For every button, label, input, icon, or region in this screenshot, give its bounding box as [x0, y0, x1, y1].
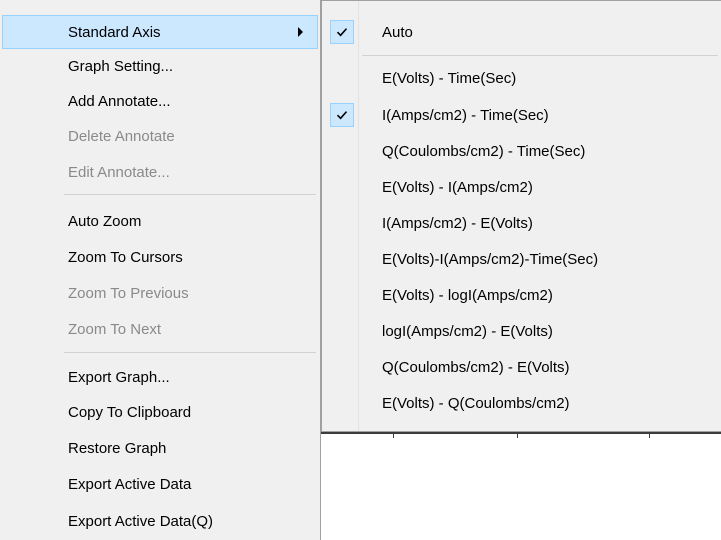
- menu-item-label: Restore Graph: [68, 439, 167, 457]
- axis-option-e-time[interactable]: E(Volts) - Time(Sec): [324, 61, 720, 95]
- axis-option-label: I(Amps/cm2) - Time(Sec): [382, 106, 549, 124]
- submenu-arrow-icon: [298, 27, 303, 37]
- axis-option-logi-e[interactable]: logI(Amps/cm2) - E(Volts): [324, 314, 720, 348]
- menu-item-label: Zoom To Next: [68, 320, 162, 338]
- menu-item-label: Export Graph...: [68, 368, 170, 386]
- menu-item-export-active-data-q[interactable]: Export Active Data(Q): [2, 504, 318, 538]
- menu-item-label: Zoom To Previous: [68, 284, 189, 302]
- axis-option-q-e[interactable]: Q(Coulombs/cm2) - E(Volts): [324, 350, 720, 384]
- graph-tick-mark: [393, 432, 394, 438]
- axis-option-e-i[interactable]: E(Volts) - I(Amps/cm2): [324, 170, 720, 204]
- menu-item-auto-zoom[interactable]: Auto Zoom: [2, 204, 318, 238]
- menu-item-label: Delete Annotate: [68, 127, 175, 145]
- checkmark-icon: [330, 103, 354, 127]
- graph-tick-mark: [649, 432, 650, 438]
- standard-axis-submenu: Auto E(Volts) - Time(Sec) I(Amps/cm2) - …: [321, 0, 721, 432]
- axis-option-label: logI(Amps/cm2) - E(Volts): [382, 322, 553, 340]
- graph-plot-area[interactable]: [321, 432, 721, 540]
- menu-item-label: Export Active Data: [68, 475, 192, 493]
- menu-item-label: Auto Zoom: [68, 212, 142, 230]
- axis-option-e-q[interactable]: E(Volts) - Q(Coulombs/cm2): [324, 386, 720, 420]
- axis-option-label: E(Volts)-I(Amps/cm2)-Time(Sec): [382, 250, 599, 268]
- axis-option-auto[interactable]: Auto: [324, 15, 720, 49]
- axis-option-label: I(Amps/cm2) - E(Volts): [382, 214, 533, 232]
- menu-item-restore-graph[interactable]: Restore Graph: [2, 431, 318, 465]
- menu-item-delete-annotate[interactable]: Delete Annotate: [2, 119, 318, 153]
- checkmark-icon: [330, 20, 354, 44]
- axis-option-q-time[interactable]: Q(Coulombs/cm2) - Time(Sec): [324, 134, 720, 168]
- menu-item-label: Graph Setting...: [68, 57, 174, 75]
- axis-option-e-logi[interactable]: E(Volts) - logI(Amps/cm2): [324, 278, 720, 312]
- axis-option-label: E(Volts) - Time(Sec): [382, 69, 517, 87]
- menu-item-graph-setting[interactable]: Graph Setting...: [2, 49, 318, 83]
- menu-item-label: Export Active Data(Q): [68, 512, 214, 530]
- axis-option-label: E(Volts) - I(Amps/cm2): [382, 178, 533, 196]
- menu-separator: [64, 352, 316, 353]
- menu-item-label: Copy To Clipboard: [68, 403, 192, 421]
- graph-window: Standard Axis Graph Setting... Add Annot…: [0, 0, 721, 540]
- menu-item-zoom-to-next[interactable]: Zoom To Next: [2, 312, 318, 346]
- axis-option-label: Q(Coulombs/cm2) - Time(Sec): [382, 142, 586, 160]
- menu-item-zoom-to-cursors[interactable]: Zoom To Cursors: [2, 240, 318, 274]
- graph-tick-mark: [517, 432, 518, 438]
- menu-item-zoom-to-previous[interactable]: Zoom To Previous: [2, 276, 318, 310]
- menu-item-standard-axis[interactable]: Standard Axis: [2, 15, 318, 49]
- menu-item-label: Add Annotate...: [68, 92, 171, 110]
- menu-item-label: Zoom To Cursors: [68, 248, 183, 266]
- axis-option-label: E(Volts) - Q(Coulombs/cm2): [382, 394, 570, 412]
- graph-context-menu: Standard Axis Graph Setting... Add Annot…: [0, 0, 321, 540]
- axis-option-i-e[interactable]: I(Amps/cm2) - E(Volts): [324, 206, 720, 240]
- menu-item-export-active-data[interactable]: Export Active Data: [2, 467, 318, 501]
- menu-item-copy-to-clipboard[interactable]: Copy To Clipboard: [2, 395, 318, 429]
- axis-option-label: Q(Coulombs/cm2) - E(Volts): [382, 358, 570, 376]
- axis-option-label: E(Volts) - logI(Amps/cm2): [382, 286, 553, 304]
- menu-item-add-annotate[interactable]: Add Annotate...: [2, 84, 318, 118]
- graph-frame-edge: [321, 432, 721, 434]
- axis-option-i-time[interactable]: I(Amps/cm2) - Time(Sec): [324, 98, 720, 132]
- menu-item-label: Standard Axis: [68, 23, 161, 41]
- axis-option-e-i-time[interactable]: E(Volts)-I(Amps/cm2)-Time(Sec): [324, 242, 720, 276]
- menu-separator: [64, 194, 316, 195]
- axis-option-label: Auto: [382, 23, 413, 41]
- submenu-separator: [362, 55, 718, 56]
- menu-item-label: Edit Annotate...: [68, 163, 170, 181]
- menu-item-export-graph[interactable]: Export Graph...: [2, 360, 318, 394]
- menu-item-edit-annotate[interactable]: Edit Annotate...: [2, 155, 318, 189]
